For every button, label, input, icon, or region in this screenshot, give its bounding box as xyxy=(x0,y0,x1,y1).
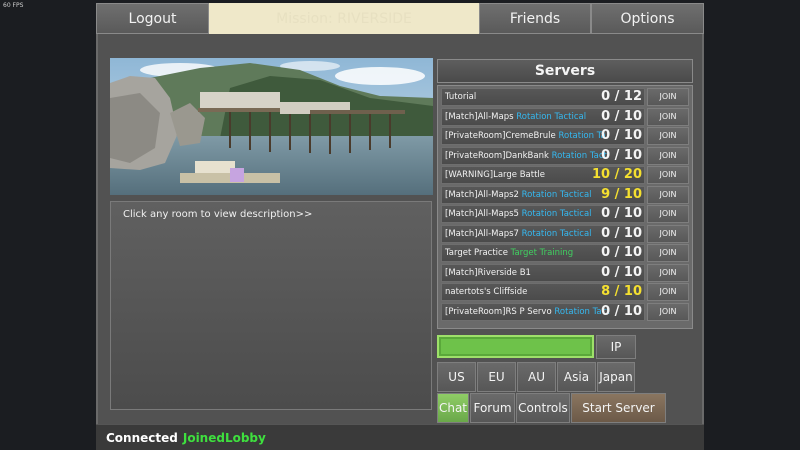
server-player-count: 0 / 10 xyxy=(601,303,642,319)
join-button[interactable]: JOIN xyxy=(647,127,689,145)
controls-button[interactable]: Controls xyxy=(516,393,570,423)
server-name-text: [PrivateRoom]CremeBrule xyxy=(445,131,559,141)
server-player-count: 0 / 10 xyxy=(601,245,642,260)
server-name[interactable]: [PrivateRoom]CremeBrule Rotation Ta 0 / 1… xyxy=(441,127,645,145)
server-row[interactable]: [Match]Riverside B1 0 / 10 JOIN xyxy=(441,263,692,284)
join-button[interactable]: JOIN xyxy=(647,244,689,262)
fps-counter: 60 FPS xyxy=(3,2,24,9)
server-name-text: [PrivateRoom]RS P Servo xyxy=(445,306,555,317)
server-name-text: [Match]Riverside B1 xyxy=(445,267,531,278)
server-row[interactable]: Tutorial 0 / 12 JOIN xyxy=(441,88,692,108)
join-button[interactable]: JOIN xyxy=(647,263,689,282)
server-row[interactable]: [PrivateRoom]DankBank Rotation Tacti 0 / … xyxy=(441,146,692,167)
server-player-count: 0 / 10 xyxy=(601,108,642,124)
join-button[interactable]: JOIN xyxy=(647,185,689,204)
server-name[interactable]: [PrivateRoom]DankBank Rotation Tacti 0 / … xyxy=(441,146,645,165)
server-player-count: 10 / 20 xyxy=(592,167,642,182)
map-preview-image xyxy=(110,58,433,195)
server-player-count: 0 / 10 xyxy=(601,225,642,241)
ip-button[interactable]: IP xyxy=(596,335,636,359)
connection-state: JoinedLobby xyxy=(182,430,266,445)
server-row[interactable]: Target Practice Target Training 0 / 10 JOI… xyxy=(441,244,692,264)
server-row[interactable]: natertots's Cliffside 8 / 10 JOIN xyxy=(441,283,692,303)
server-name[interactable]: [PrivateRoom]RS P Servo Rotation Tact 0 /… xyxy=(441,302,645,321)
options-button[interactable]: Options xyxy=(591,3,704,34)
region-asia-button[interactable]: Asia xyxy=(557,362,596,392)
server-name[interactable]: [Match]All-Maps7 Rotation Tactical 0 / 10 xyxy=(441,224,645,243)
server-row[interactable]: [WARNING]Large Battle 10 / 20 JOIN xyxy=(441,166,692,186)
server-name-text: natertots's Cliffside xyxy=(445,287,528,297)
room-description-panel: Click any room to view description>> xyxy=(110,201,432,410)
server-row[interactable]: [Match]All-Maps7 Rotation Tactical 0 / 10… xyxy=(441,224,692,245)
server-row[interactable]: [PrivateRoom]RS P Servo Rotation Tact 0 /… xyxy=(441,302,692,323)
server-name-text: [WARNING]Large Battle xyxy=(445,170,546,180)
join-button[interactable]: JOIN xyxy=(647,166,689,184)
connection-label: Connected xyxy=(106,430,178,445)
region-au-button[interactable]: AU xyxy=(517,362,556,392)
server-mode-tag: Rotation Tactical xyxy=(516,111,587,122)
room-description-hint: Click any room to view description>> xyxy=(123,209,313,220)
join-button[interactable]: JOIN xyxy=(647,205,689,223)
server-player-count: 0 / 10 xyxy=(601,147,642,163)
server-row[interactable]: [Match]All-Maps Rotation Tactical 0 / 10 J… xyxy=(441,107,692,128)
status-bar: Connected JoinedLobby xyxy=(96,424,704,450)
server-row[interactable]: [Match]All-Maps5 Rotation Tactical 0 / 10… xyxy=(441,205,692,225)
join-button[interactable]: JOIN xyxy=(647,107,689,126)
server-name[interactable]: [Match]Riverside B1 0 / 10 xyxy=(441,263,645,282)
server-name-text: Target Practice xyxy=(445,248,511,258)
chat-button[interactable]: Chat xyxy=(437,393,469,423)
server-mode-tag: Rotation Tactical xyxy=(521,209,592,219)
server-name[interactable]: Target Practice Target Training 0 / 10 xyxy=(441,244,645,262)
server-name-text: Tutorial xyxy=(445,92,477,102)
mission-title: Mission: RIVERSIDE xyxy=(209,3,479,34)
server-player-count: 8 / 10 xyxy=(601,284,642,299)
server-row[interactable]: [Match]All-Maps2 Rotation Tactical 9 / 10… xyxy=(441,185,692,206)
server-player-count: 0 / 10 xyxy=(601,264,642,280)
servers-header: Servers xyxy=(437,59,693,83)
forum-button[interactable]: Forum xyxy=(470,393,515,423)
server-list[interactable]: Tutorial 0 / 12 JOIN [Match]All-Maps Rotati… xyxy=(437,85,693,329)
server-player-count: 0 / 12 xyxy=(601,89,642,104)
server-mode-tag: Target Training xyxy=(510,248,574,258)
server-name[interactable]: Tutorial 0 / 12 xyxy=(441,88,645,106)
server-player-count: 9 / 10 xyxy=(601,186,642,202)
server-name-text: [PrivateRoom]DankBank xyxy=(445,150,552,161)
friends-button[interactable]: Friends xyxy=(479,3,591,34)
server-player-count: 0 / 10 xyxy=(601,128,642,143)
server-name-text: [Match]All-Maps5 xyxy=(445,209,522,219)
top-nav: Logout Mission: RIVERSIDE Friends Option… xyxy=(96,3,704,34)
server-row[interactable]: [PrivateRoom]CremeBrule Rotation Ta 0 / 1… xyxy=(441,127,692,147)
server-name-text: [Match]All-Maps7 xyxy=(445,228,522,239)
server-player-count: 0 / 10 xyxy=(601,206,642,221)
join-button[interactable]: JOIN xyxy=(647,224,689,243)
region-us-button[interactable]: US xyxy=(437,362,476,392)
server-mode-tag: Rotation Ta xyxy=(558,131,606,141)
server-mode-tag: Rotation Tactical xyxy=(521,228,592,239)
server-name[interactable]: [WARNING]Large Battle 10 / 20 xyxy=(441,166,645,184)
join-button[interactable]: JOIN xyxy=(647,146,689,165)
region-eu-button[interactable]: EU xyxy=(477,362,516,392)
server-name[interactable]: natertots's Cliffside 8 / 10 xyxy=(441,283,645,301)
logout-button[interactable]: Logout xyxy=(96,3,209,34)
join-button[interactable]: JOIN xyxy=(647,283,689,301)
server-name-text: [Match]All-Maps2 xyxy=(445,189,522,200)
ip-address-input[interactable] xyxy=(437,335,594,358)
server-name[interactable]: [Match]All-Maps2 Rotation Tactical 9 / 10 xyxy=(441,185,645,204)
region-japan-button[interactable]: Japan xyxy=(597,362,635,392)
join-button[interactable]: JOIN xyxy=(647,302,689,321)
server-name[interactable]: [Match]All-Maps5 Rotation Tactical 0 / 10 xyxy=(441,205,645,223)
mission-title-label: Mission: RIVERSIDE xyxy=(276,10,412,27)
join-button[interactable]: JOIN xyxy=(647,88,689,106)
server-mode-tag: Rotation Tactical xyxy=(521,189,592,200)
start-server-button[interactable]: Start Server xyxy=(571,393,666,423)
server-name-text: [Match]All-Maps xyxy=(445,111,517,122)
server-name[interactable]: [Match]All-Maps Rotation Tactical 0 / 10 xyxy=(441,107,645,126)
